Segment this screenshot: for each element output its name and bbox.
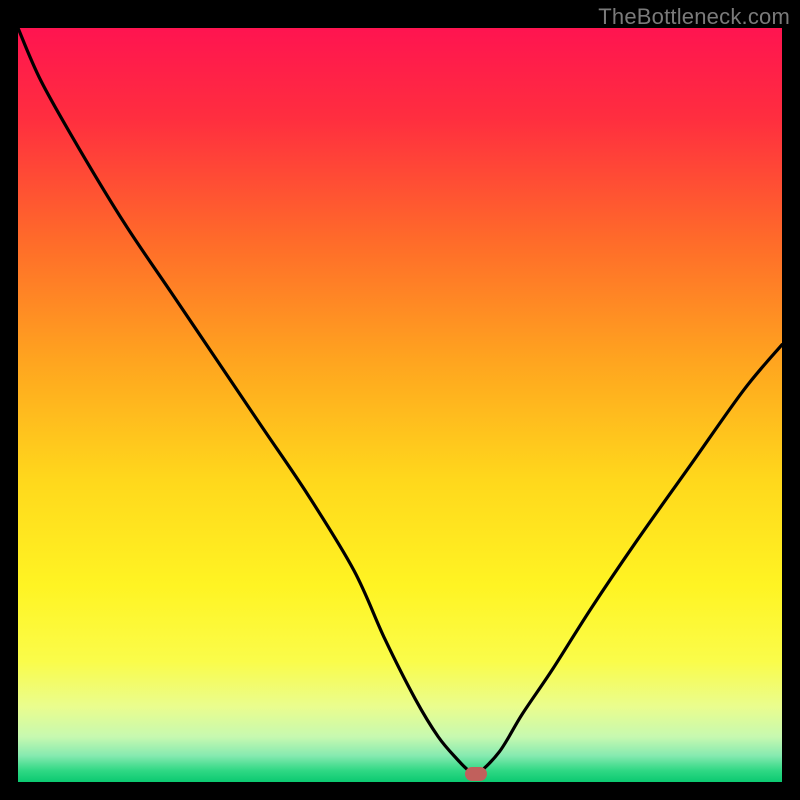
plot-area <box>18 28 782 782</box>
chart-container: TheBottleneck.com <box>0 0 800 800</box>
watermark-text: TheBottleneck.com <box>598 4 790 30</box>
bottleneck-curve <box>18 28 782 782</box>
minimum-marker <box>465 767 487 781</box>
